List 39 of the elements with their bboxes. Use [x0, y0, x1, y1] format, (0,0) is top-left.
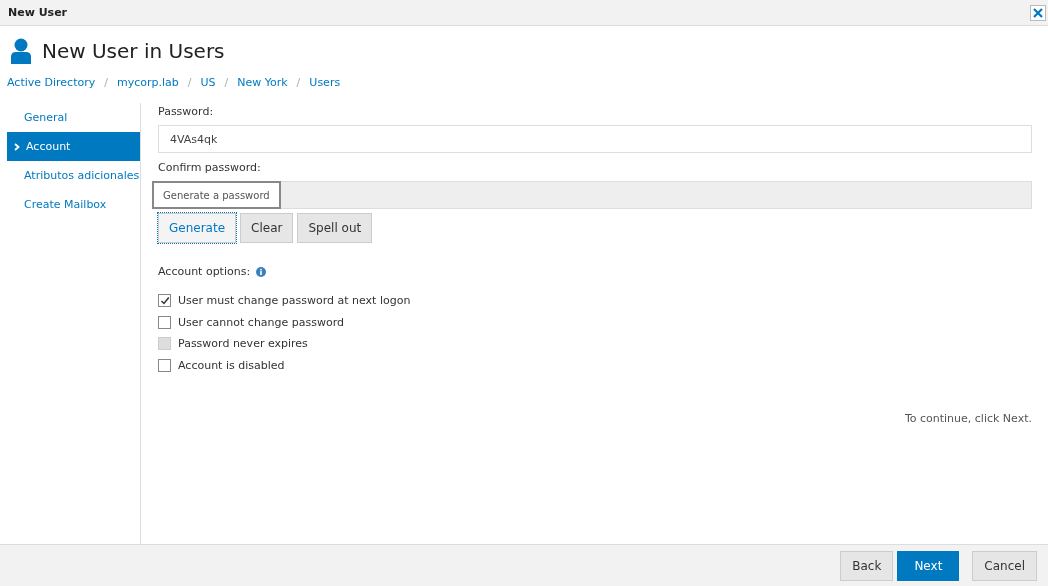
close-button[interactable] — [1030, 4, 1046, 21]
sidebar-item[interactable]: Create Mailbox — [7, 190, 140, 219]
checkbox-label: Password never expires — [178, 337, 308, 351]
footer-button[interactable]: Next — [897, 550, 960, 581]
sidebar-item[interactable]: Account — [7, 132, 140, 161]
page-title: New User in Users — [42, 39, 225, 63]
field-label: Confirm password: — [158, 161, 262, 174]
field-label: Password: — [158, 105, 215, 118]
window-title: New User — [8, 6, 68, 19]
checkbox[interactable] — [158, 315, 171, 329]
breadcrumb-separator: / — [296, 76, 301, 89]
breadcrumb-link[interactable]: US — [200, 76, 216, 89]
checkbox[interactable] — [158, 294, 171, 308]
footer-button[interactable]: Back — [840, 550, 894, 581]
breadcrumb-separator: / — [104, 76, 108, 89]
sidebar-item[interactable]: General — [7, 103, 140, 132]
checkbox-label: User cannot change password — [178, 315, 345, 329]
breadcrumb-link[interactable]: mycorp.lab — [116, 76, 179, 89]
action-button[interactable]: Spell out — [297, 213, 373, 243]
sidebar-item[interactable]: Atributos adicionales — [7, 161, 140, 190]
user-icon — [10, 38, 32, 64]
close-icon — [1032, 6, 1044, 19]
checkbox-label: Account is disabled — [178, 358, 285, 372]
action-button[interactable]: Clear — [240, 213, 294, 243]
breadcrumb-link[interactable]: Users — [309, 76, 341, 89]
footer-button[interactable]: Cancel — [972, 550, 1037, 581]
breadcrumb-separator: / — [224, 76, 229, 89]
breadcrumb-link[interactable]: New York — [237, 76, 288, 89]
chevron-icon — [14, 142, 20, 151]
tooltip: Generate a password — [152, 181, 281, 209]
checkbox-label: User must change password at next logon — [178, 294, 411, 308]
hint-text: To continue, click Next. — [904, 412, 1032, 425]
checkbox[interactable] — [158, 358, 171, 372]
breadcrumb-separator: / — [187, 76, 192, 89]
info-icon[interactable] — [256, 266, 267, 277]
section-label: Account options: — [158, 265, 251, 278]
action-button[interactable]: Generate — [158, 213, 237, 243]
breadcrumb-link[interactable]: Active Directory — [7, 76, 96, 89]
password-field[interactable]: 4VAs4qk — [158, 125, 1032, 153]
